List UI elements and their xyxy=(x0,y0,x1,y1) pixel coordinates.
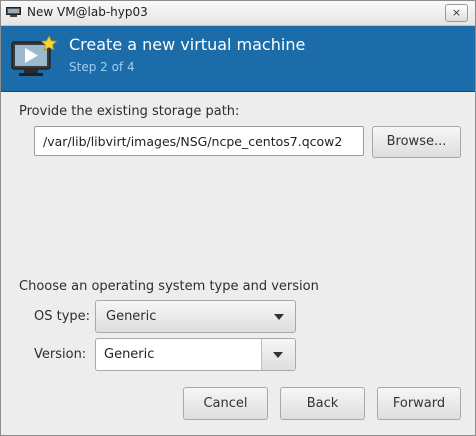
os-type-label: OS type: xyxy=(34,309,91,324)
os-type-dropdown[interactable]: Generic xyxy=(95,300,296,333)
vm-monitor-star-icon xyxy=(11,35,58,76)
close-button[interactable]: × xyxy=(445,4,468,22)
dropdown-arrow-icon xyxy=(273,352,283,358)
version-label: Version: xyxy=(34,347,87,362)
dropdown-arrow-icon xyxy=(274,314,284,320)
version-dropdown-button[interactable] xyxy=(261,339,295,370)
os-section-label: Choose an operating system type and vers… xyxy=(19,279,319,294)
browse-button[interactable]: Browse... xyxy=(372,126,461,158)
storage-path-input[interactable] xyxy=(34,126,364,156)
version-input[interactable] xyxy=(96,339,262,370)
app-monitor-icon xyxy=(6,7,21,17)
os-type-value: Generic xyxy=(106,309,157,324)
dialog-window: New VM@lab-hyp03 × Create a new virtual … xyxy=(0,0,476,436)
wizard-header: Create a new virtual machine Step 2 of 4 xyxy=(1,26,475,92)
wizard-step: Step 2 of 4 xyxy=(69,60,135,74)
cancel-button[interactable]: Cancel xyxy=(183,387,268,420)
version-combobox xyxy=(95,338,296,371)
back-button[interactable]: Back xyxy=(280,387,365,420)
forward-button[interactable]: Forward xyxy=(377,387,461,420)
window-title: New VM@lab-hyp03 xyxy=(27,5,148,19)
wizard-title: Create a new virtual machine xyxy=(69,35,306,54)
close-icon: × xyxy=(451,6,462,19)
storage-path-label: Provide the existing storage path: xyxy=(19,104,240,119)
title-bar[interactable]: New VM@lab-hyp03 × xyxy=(1,1,475,26)
